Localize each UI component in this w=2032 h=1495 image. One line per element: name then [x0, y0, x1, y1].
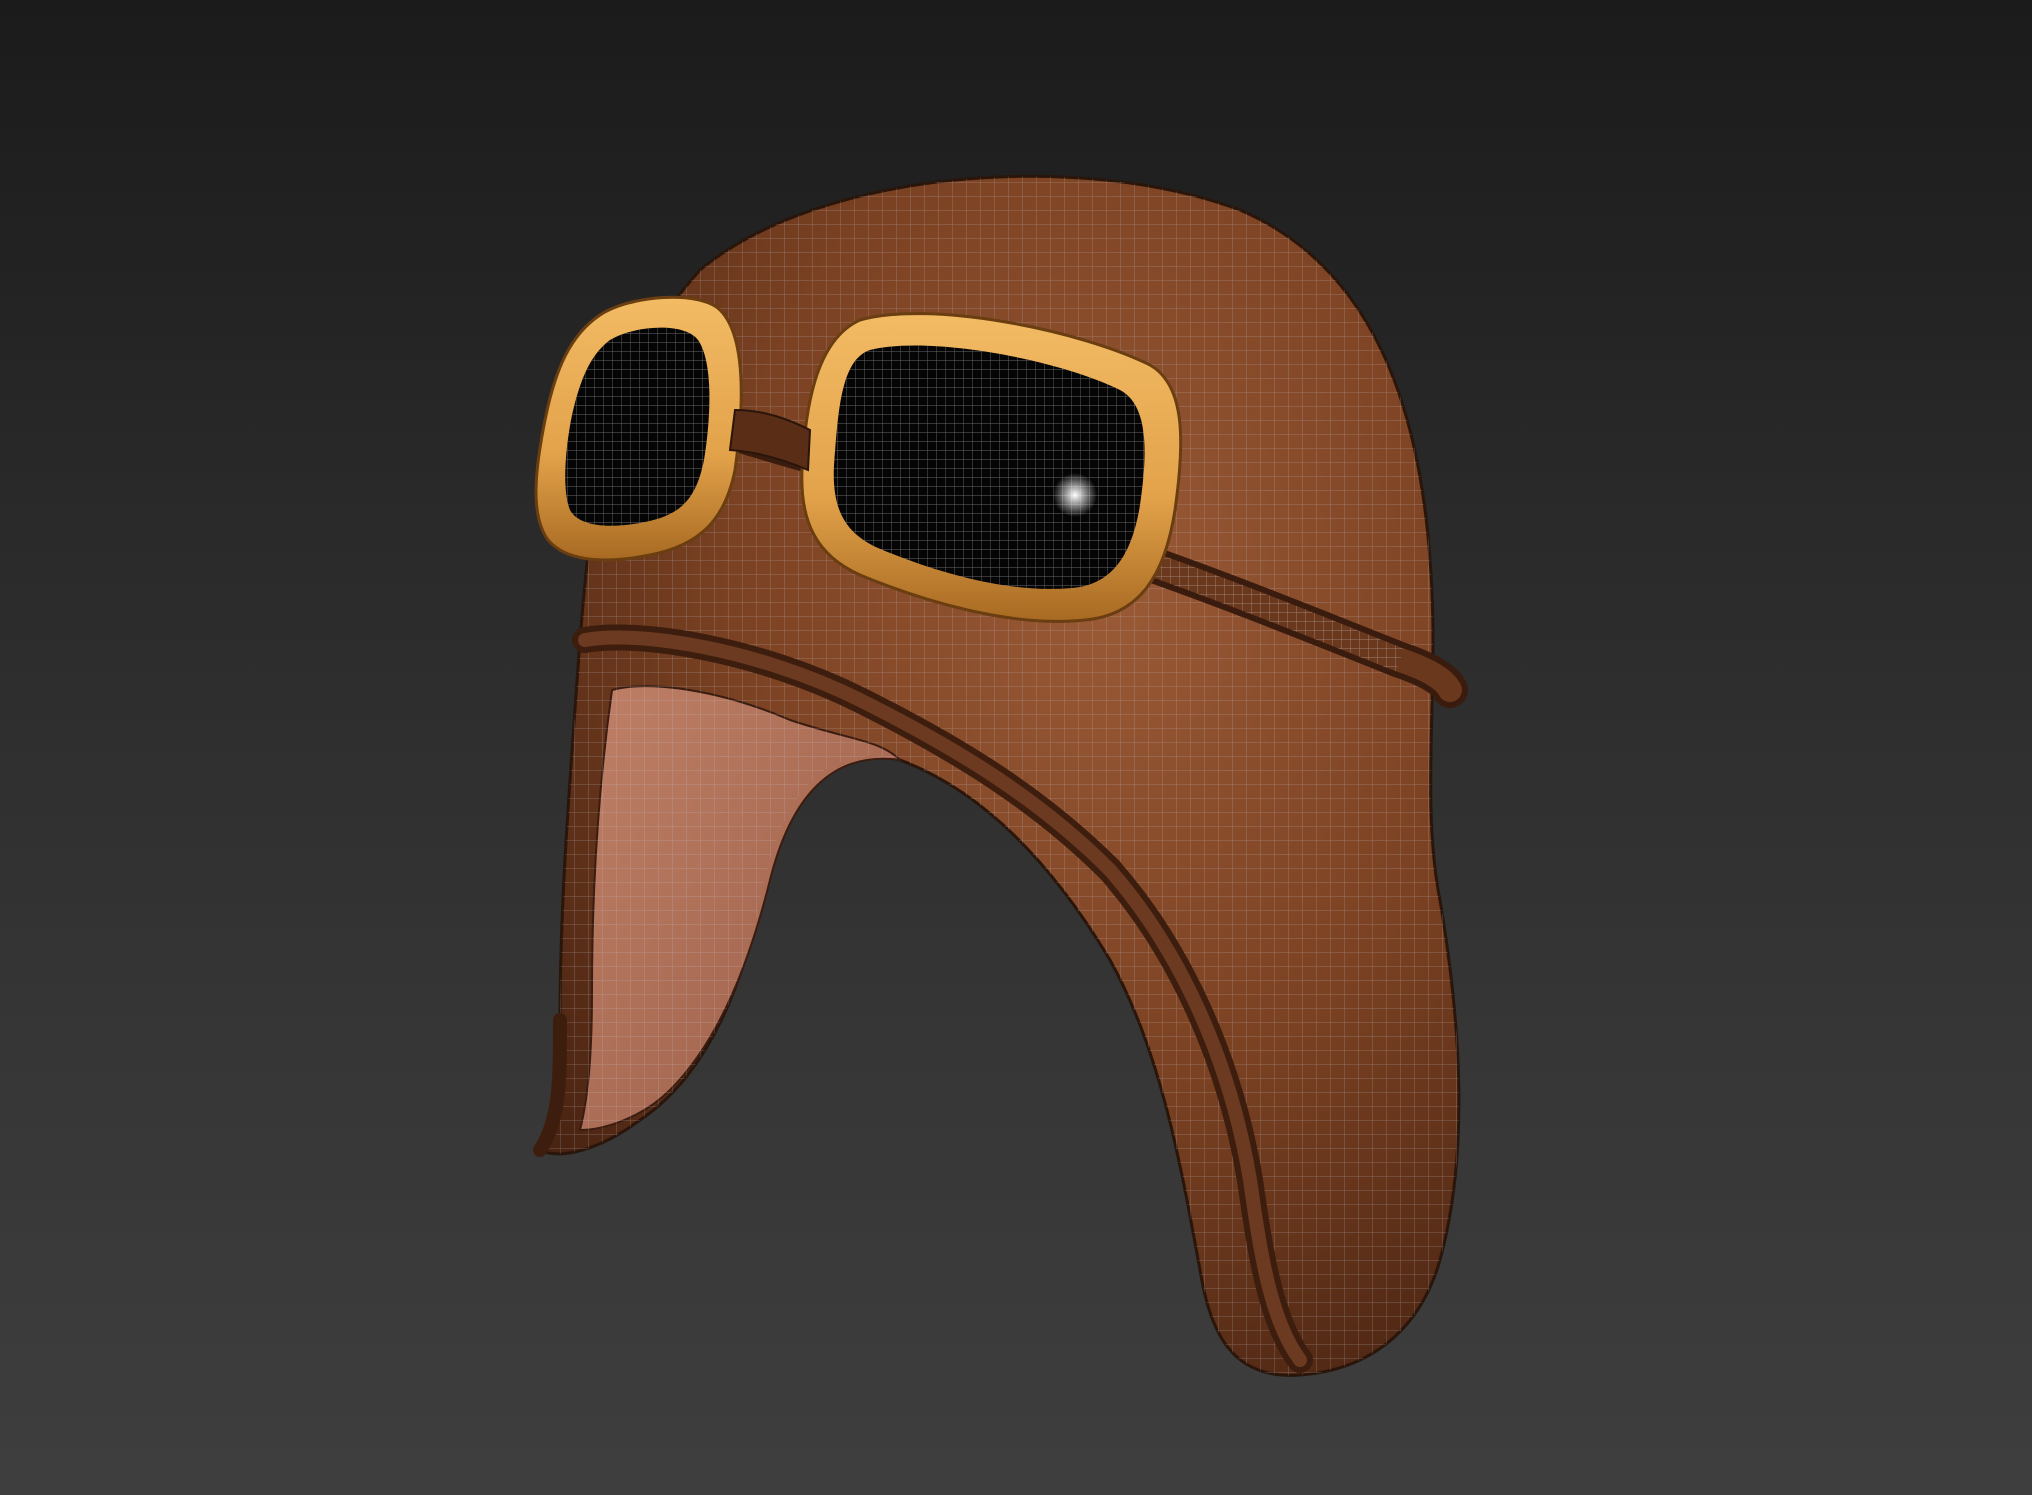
lens-highlight	[1053, 473, 1097, 517]
goggle-left[interactable]	[534, 295, 743, 562]
goggle-right[interactable]	[800, 312, 1183, 623]
3d-viewport[interactable]	[0, 0, 2032, 1495]
viewport-scene[interactable]	[0, 0, 2032, 1495]
